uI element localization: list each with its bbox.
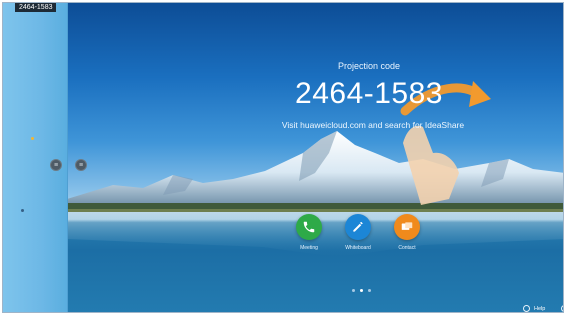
page-indicator (346, 289, 376, 292)
page-dot-active (359, 289, 363, 292)
contact-icon[interactable] (394, 214, 420, 240)
left-sidebar: 2464-1583 ≡ (3, 3, 68, 312)
grid-icon: ≡ (78, 161, 84, 169)
contact-app[interactable]: Contact (387, 214, 427, 251)
meeting-label: Meeting (300, 245, 318, 251)
projection-code: 2464-1583 (295, 77, 443, 110)
sidebar-menu-button[interactable]: ≡ (50, 159, 62, 171)
meeting-app[interactable]: Meeting (289, 214, 329, 251)
help-label: Help (534, 305, 546, 312)
pointer-icon (21, 209, 24, 212)
whiteboard-label: Whiteboard (345, 245, 371, 251)
instruction-text: Visit huaweicloud.com and search for Ide… (281, 120, 465, 130)
whiteboard-app[interactable]: Whiteboard (338, 214, 378, 251)
phone-icon[interactable] (296, 214, 322, 240)
help-button[interactable]: Help (523, 305, 563, 312)
contact-label: Contact (398, 245, 416, 251)
panel-toggle-button[interactable]: ≡ (75, 159, 87, 171)
device-screen: 2464-1583 ≡ ≡ Projection code 2464-1583 … (2, 2, 564, 313)
projection-code-label: Projection code (337, 61, 401, 71)
code-tag: 2464-1583 (15, 3, 57, 12)
indicator-dot (31, 137, 34, 140)
page-dot (351, 289, 355, 292)
wallpaper-mountain-lake (3, 3, 563, 312)
grid-icon: ≡ (53, 161, 59, 169)
mountain-landscape (67, 81, 563, 257)
settings-icon[interactable] (561, 305, 563, 312)
page-dot (367, 289, 371, 292)
pen-icon[interactable] (345, 214, 371, 240)
help-icon (523, 305, 530, 312)
